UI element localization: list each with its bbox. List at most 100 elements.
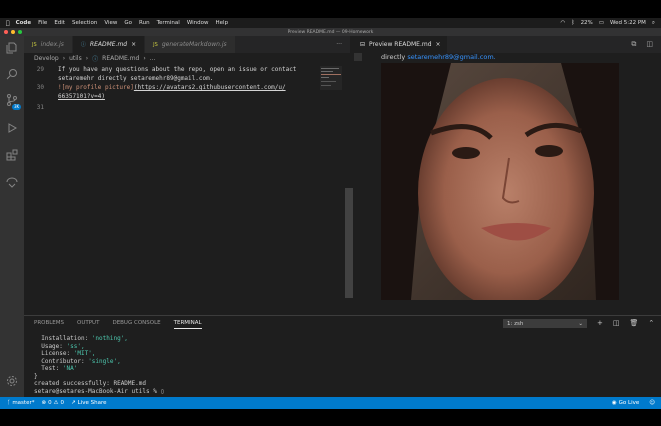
code-line: 31 [24, 104, 324, 111]
activity-bar: 3K [0, 36, 24, 397]
branch-indicator[interactable]: ᚴ master* [7, 400, 34, 406]
breadcrumb-develop[interactable]: Develop [34, 55, 59, 62]
spotlight-icon[interactable]: ⌕ [652, 20, 655, 27]
tab-readme-md[interactable]: ⓘ README.md × [72, 36, 146, 53]
maximize-window-button[interactable] [18, 29, 22, 34]
code-line: 66357101?v=4) [24, 93, 324, 100]
shell-select-value: 1: zsh [507, 320, 524, 327]
code-editor[interactable]: 29 If you have any questions about the r… [24, 64, 350, 299]
tab-label: generateMarkdown.js [161, 41, 227, 48]
problems-indicator[interactable]: ⊗ 0 ⚠ 0 [41, 400, 64, 406]
markdown-image-url[interactable]: (https://avatars2.githubusercontent.com/… [134, 84, 286, 91]
tab-index-js[interactable]: JS index.js [24, 36, 73, 53]
editor-tab-bar: JS index.js ⓘ README.md × JS generateMar… [24, 36, 350, 53]
macos-menubar:  Code File Edit Selection View Go Run T… [0, 18, 661, 28]
menu-run[interactable]: Run [139, 20, 150, 26]
apple-icon[interactable]:  [6, 20, 10, 27]
feedback-icon[interactable]: ☺ [649, 400, 655, 406]
split-terminal-icon[interactable]: ◫ [613, 319, 620, 327]
split-editor-icon[interactable]: ◫ [646, 40, 653, 49]
line-number: 30 [36, 84, 44, 91]
preview-text: directly [381, 53, 406, 61]
term-line-value: 'ss', [66, 342, 85, 350]
profile-photo-image [381, 63, 619, 300]
new-terminal-icon[interactable]: + [597, 319, 603, 327]
trash-icon[interactable]: 🗑 [630, 319, 639, 327]
tab-preview-readme[interactable]: ⊟ Preview README.md × [354, 36, 447, 53]
minimize-window-button[interactable] [11, 29, 15, 34]
term-line-key: } [34, 372, 38, 380]
term-line-key: Installation: [34, 335, 92, 342]
open-source-icon[interactable]: ⧉ [631, 40, 636, 49]
term-prompt: setare@setares-MacBook-Air utils % [34, 387, 161, 395]
window-title: Preview README.md — 09-Homework [287, 29, 374, 35]
menu-code[interactable]: Code [16, 20, 31, 26]
menu-view[interactable]: View [104, 20, 117, 26]
breadcrumb-symbol[interactable]: ... [150, 55, 156, 62]
close-icon[interactable]: × [436, 41, 441, 48]
code-line: 29 If you have any questions about the r… [24, 66, 324, 73]
profile-picture [381, 63, 619, 300]
code-line: setaremehr directly setaremehr89@gmail.c… [24, 75, 324, 82]
battery-percent[interactable]: 22% [581, 20, 593, 26]
panel-tabs: PROBLEMS OUTPUT DEBUG CONSOLE TERMINAL [34, 320, 202, 329]
breadcrumb: Develop › utils › ⓘ README.md › ... [24, 53, 350, 64]
breadcrumb-readme[interactable]: README.md [102, 55, 139, 62]
tab-label: README.md [89, 41, 128, 48]
editor-scrollbar[interactable] [345, 188, 353, 298]
chevron-right-icon: › [143, 55, 146, 62]
tab-label: Preview README.md [369, 41, 432, 48]
chevron-up-icon[interactable]: ⌃ [648, 319, 654, 327]
broadcast-icon: ◉ [611, 400, 617, 406]
menu-terminal[interactable]: Terminal [157, 20, 180, 26]
menu-go[interactable]: Go [124, 20, 132, 26]
menu-edit[interactable]: Edit [54, 20, 65, 26]
preview-icon: ⊟ [360, 41, 366, 48]
terminal-shell-select[interactable]: 1: zsh ⌄ [503, 319, 587, 328]
close-window-button[interactable] [4, 29, 8, 34]
extensions-icon[interactable] [5, 148, 19, 162]
go-live-button[interactable]: ◉ Go Live [612, 400, 639, 406]
line-number: 29 [36, 66, 44, 73]
more-actions-icon[interactable]: ··· [336, 41, 342, 48]
tab-generatemarkdown-js[interactable]: JS generateMarkdown.js [145, 36, 236, 53]
tab-debug-console[interactable]: DEBUG CONSOLE [112, 320, 160, 329]
term-line-key: Usage: [34, 342, 67, 350]
markdown-image-url-cont[interactable]: 66357101?v=4) [58, 93, 105, 100]
term-line-value: 'NA' [62, 365, 78, 372]
search-icon[interactable] [5, 67, 19, 81]
minimap[interactable] [320, 66, 342, 90]
remote-explorer-icon[interactable] [5, 175, 19, 189]
bluetooth-icon[interactable]: ᛒ [571, 20, 574, 26]
close-icon[interactable]: × [131, 41, 136, 48]
live-share-button[interactable]: ↗ Live Share [71, 400, 106, 406]
preview-gutter [354, 53, 362, 61]
clock[interactable]: Wed 5:22 PM [610, 20, 646, 26]
warning-icon: ⚠ [53, 400, 59, 406]
live-share-icon: ↗ [71, 400, 76, 406]
warning-count: 0 [60, 400, 65, 406]
status-bar: ᚴ master* ⊗ 0 ⚠ 0 ↗ Live Share ◉ Go Live… [0, 397, 661, 409]
menu-window[interactable]: Window [187, 20, 209, 26]
breadcrumb-utils[interactable]: utils [69, 55, 82, 62]
run-debug-icon[interactable] [5, 121, 19, 135]
email-link[interactable]: setaremehr89@gmail.com. [407, 53, 495, 61]
js-file-icon: JS [32, 41, 37, 48]
terminal-cursor: ▯ [160, 387, 165, 395]
error-icon: ⊗ [41, 400, 47, 406]
tab-terminal[interactable]: TERMINAL [173, 320, 202, 329]
live-share-label: Live Share [77, 400, 107, 406]
wifi-icon[interactable]: ◠ [560, 20, 565, 26]
tab-output[interactable]: OUTPUT [77, 320, 99, 329]
menu-selection[interactable]: Selection [72, 20, 97, 26]
tab-problems[interactable]: PROBLEMS [34, 320, 64, 329]
explorer-icon[interactable] [5, 41, 19, 55]
battery-icon[interactable]: ▭ [599, 20, 604, 26]
menu-help[interactable]: Help [216, 20, 229, 26]
terminal-output[interactable]: Installation: 'nothing', Usage: 'ss', Li… [34, 335, 164, 395]
term-line-value: 'single', [88, 357, 121, 365]
settings-gear-icon[interactable] [5, 374, 19, 388]
code-text: setaremehr directly setaremehr89@gmail.c… [58, 75, 214, 82]
menu-file[interactable]: File [38, 20, 47, 26]
markdown-preview: directly setaremehr89@gmail.com. [354, 53, 661, 315]
